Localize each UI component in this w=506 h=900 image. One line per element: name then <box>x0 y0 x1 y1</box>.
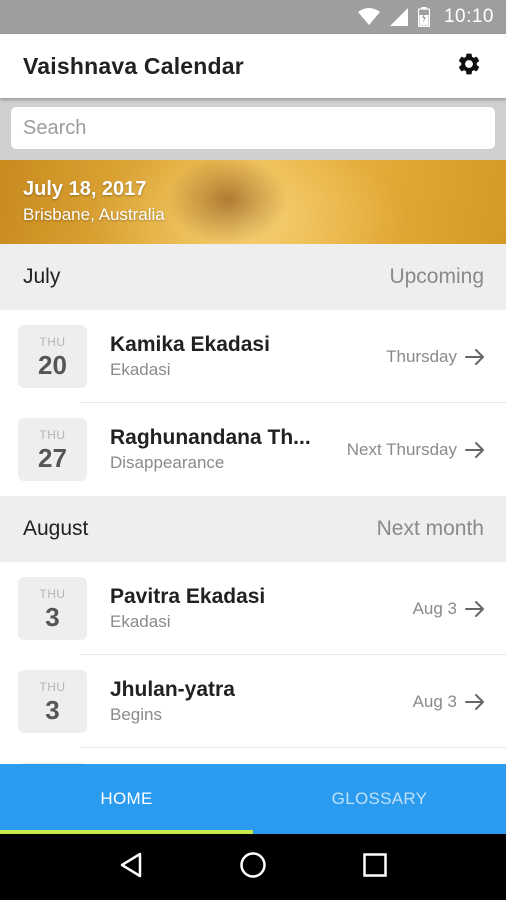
arrow-right-icon <box>465 693 485 711</box>
day-number: 3 <box>45 601 60 632</box>
tab-label: HOME <box>100 789 153 808</box>
event-when: Next Thursday <box>346 439 457 459</box>
date-banner: July 18, 2017 Brisbane, Australia <box>0 160 506 244</box>
home-circle-icon <box>239 851 267 884</box>
event-type: Begins <box>110 705 162 724</box>
event-row[interactable]: THU 27 Raghunandana Th... Disappearance … <box>0 403 506 496</box>
battery-icon <box>417 7 430 27</box>
tab-label: GLOSSARY <box>331 789 428 808</box>
event-row[interactable]: THU 3 Pavitra Ekadasi Ekadasi Aug 3 <box>0 562 506 655</box>
day-of-week: THU <box>39 679 66 694</box>
event-name: Pavitra Ekadasi <box>110 585 266 608</box>
day-of-week: THU <box>39 334 66 349</box>
event-row-partial[interactable] <box>0 748 506 764</box>
search-bar <box>0 98 506 160</box>
home-button[interactable] <box>231 845 275 889</box>
day-of-week: THU <box>39 586 66 601</box>
event-row[interactable]: THU 20 Kamika Ekadasi Ekadasi Thursday <box>0 310 506 403</box>
event-type: Disappearance <box>110 453 225 472</box>
app-bar: Vaishnava Calendar <box>0 34 506 98</box>
event-name: Kamika Ekadasi <box>110 333 270 356</box>
recents-button[interactable] <box>353 845 397 889</box>
event-list[interactable]: July Upcoming THU 20 Kamika Ekadasi Ekad… <box>0 244 506 764</box>
day-number: 3 <box>45 694 60 725</box>
arrow-right-icon <box>465 600 485 618</box>
signal-icon <box>389 8 408 26</box>
event-when: Thursday <box>386 346 457 366</box>
bottom-tab-bar: HOME GLOSSARY <box>0 764 506 834</box>
date-badge: THU 20 <box>18 325 87 388</box>
event-row[interactable]: THU 3 Jhulan-yatra Begins Aug 3 <box>0 655 506 748</box>
arrow-right-icon <box>465 441 485 459</box>
section-month: July <box>23 265 61 288</box>
section-header-july: July Upcoming <box>0 244 506 310</box>
date-badge: THU 27 <box>18 418 87 481</box>
status-time: 10:10 <box>443 6 494 27</box>
tab-home[interactable]: HOME <box>0 764 253 834</box>
section-note: Upcoming <box>389 265 484 288</box>
event-name: Raghunandana Th... <box>110 426 311 449</box>
current-location: Brisbane, Australia <box>23 205 165 224</box>
back-button[interactable] <box>109 845 153 889</box>
event-when: Aug 3 <box>412 598 457 618</box>
current-date: July 18, 2017 <box>23 178 147 200</box>
recents-square-icon <box>362 852 388 883</box>
settings-button[interactable] <box>454 51 484 81</box>
event-name: Jhulan-yatra <box>110 678 235 701</box>
arrow-right-icon <box>465 348 485 366</box>
event-type: Ekadasi <box>110 612 171 631</box>
event-when: Aug 3 <box>412 691 457 711</box>
gear-icon <box>456 51 482 82</box>
date-badge: THU 3 <box>18 577 87 640</box>
section-month: August <box>23 517 89 540</box>
date-badge: THU 3 <box>18 670 87 733</box>
system-nav-bar <box>0 834 506 900</box>
wifi-icon <box>357 8 380 26</box>
day-of-week: THU <box>39 427 66 442</box>
section-header-august: August Next month <box>0 496 506 562</box>
status-bar: 10:10 <box>0 0 506 34</box>
app-title: Vaishnava Calendar <box>23 52 244 79</box>
tab-glossary[interactable]: GLOSSARY <box>253 764 506 834</box>
day-number: 20 <box>38 349 67 380</box>
event-type: Ekadasi <box>110 360 171 379</box>
back-triangle-icon <box>118 851 144 884</box>
section-note: Next month <box>376 517 484 540</box>
day-number: 27 <box>38 442 67 473</box>
search-input[interactable] <box>11 107 495 149</box>
